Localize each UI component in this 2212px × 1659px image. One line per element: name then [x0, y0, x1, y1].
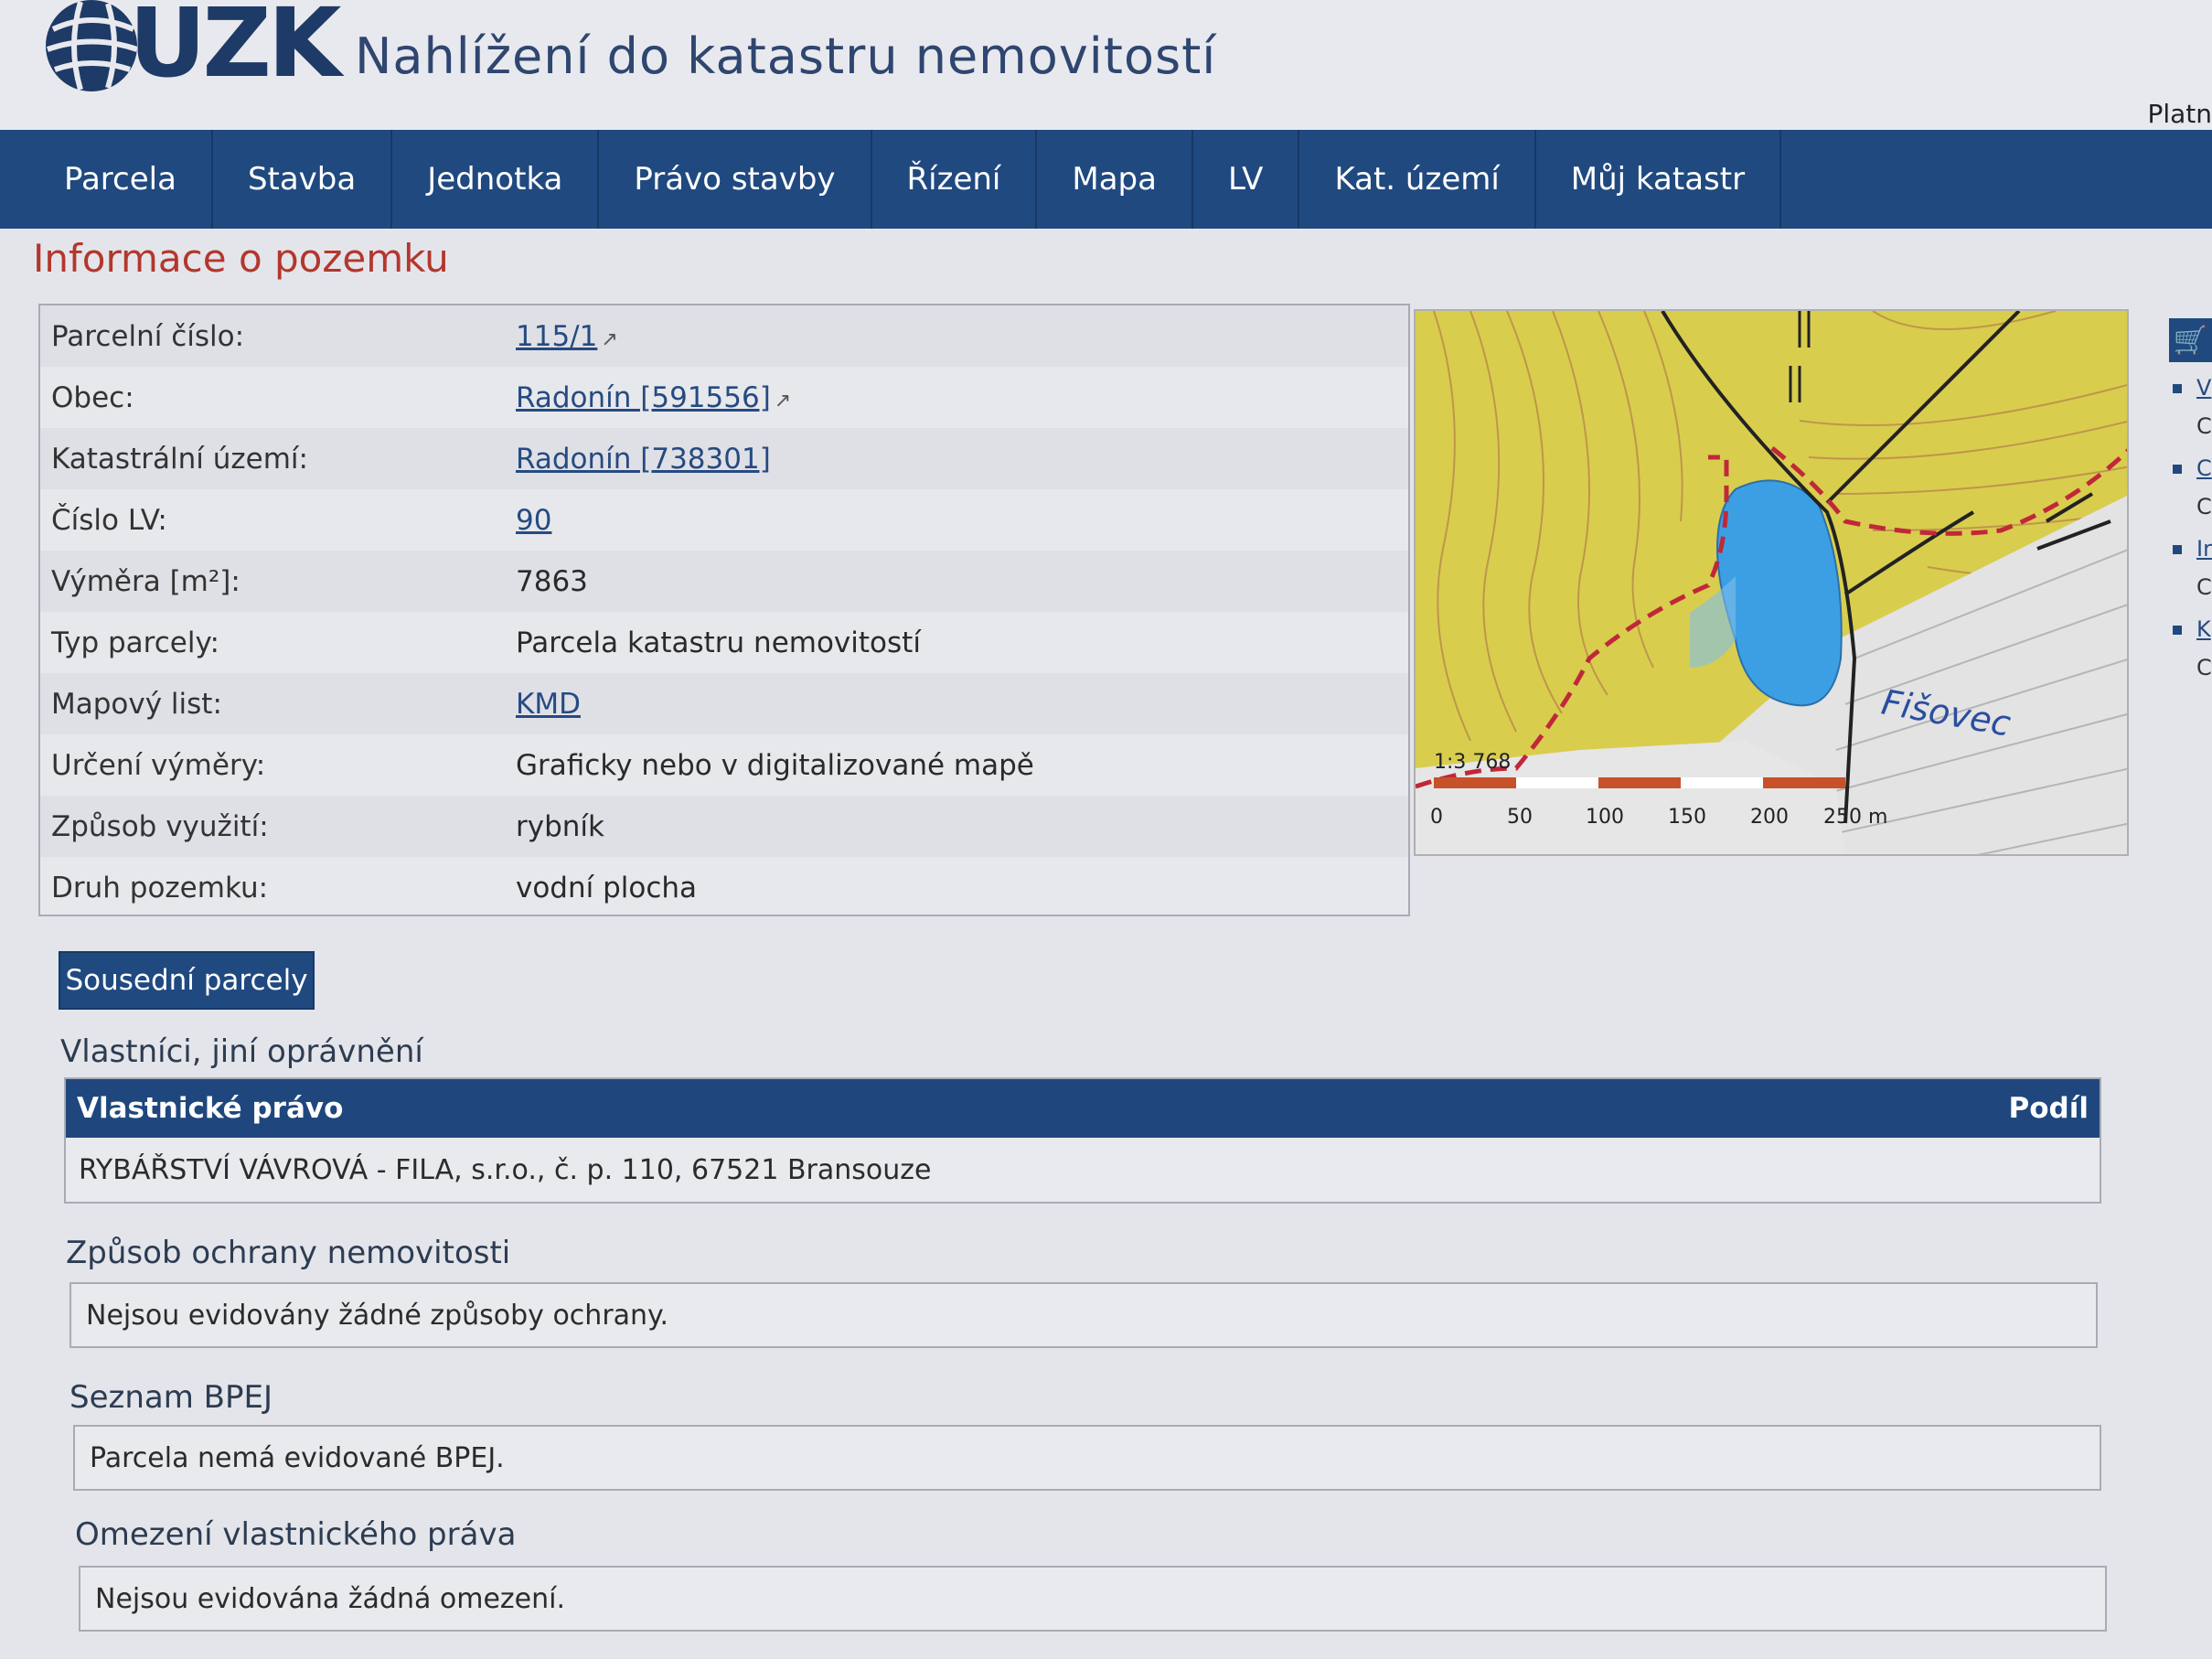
info-value: Graficky nebo v digitalizované mapě [516, 748, 1034, 782]
cadastral-area-link[interactable]: Radonín [738301] [516, 443, 771, 476]
cuzk-logo[interactable]: ÚZK [35, 0, 341, 99]
scale-tick: 0 [1430, 806, 1443, 829]
info-label: Výměra [m²]: [51, 564, 240, 598]
info-value: 7863 [516, 564, 588, 598]
page-header: ÚZK Nahlížení do katastru nemovitostí Pl… [0, 0, 2212, 130]
nav-tab-parcela[interactable]: Parcela [0, 130, 213, 229]
info-value: vodní plocha [516, 871, 698, 904]
protection-title: Způsob ochrany nemovitosti [66, 1235, 511, 1271]
scale-tick: 100 [1586, 806, 1624, 829]
parcel-info-table: Parcelní číslo: 115/1 ↗ Obec: Radonín [59… [38, 304, 1410, 916]
info-label: Mapový list: [51, 687, 222, 721]
info-row: Druh pozemku: vodní plocha [40, 857, 1408, 918]
external-link-icon: ↗ [601, 327, 618, 351]
app-title: Nahlížení do katastru nemovitostí [355, 27, 1217, 85]
owners-table: Vlastnické právo Podíl RYBÁŘSTVÍ VÁVROVÁ… [64, 1077, 2101, 1204]
owners-col-share: Podíl [2008, 1092, 2089, 1125]
header-right-text: Platn [2147, 99, 2212, 129]
neighbor-parcels-button[interactable]: Sousední parcely [59, 951, 315, 1010]
parcel-number-link[interactable]: 115/1 ↗ [516, 320, 618, 353]
side-link[interactable]: VC [2167, 375, 2212, 455]
owners-col-right: Vlastnické právo [77, 1092, 344, 1125]
info-label: Způsob využití: [51, 809, 269, 843]
bpej-box: Parcela nemá evidované BPEJ. [73, 1425, 2101, 1491]
info-row: Způsob využití: rybník [40, 796, 1408, 857]
side-link[interactable]: CC [2167, 455, 2212, 536]
info-label: Katastrální území: [51, 442, 308, 476]
nav-tab-lv[interactable]: LV [1193, 130, 1300, 229]
municipality-link[interactable]: Radonín [591556] ↗ [516, 381, 791, 414]
nav-tab-jednotka[interactable]: Jednotka [392, 130, 600, 229]
info-label: Určení výměry: [51, 748, 266, 782]
scale-tick: 250 m [1823, 806, 1887, 829]
cart-icon[interactable]: 🛒 [2169, 318, 2212, 362]
scale-tick: 50 [1507, 806, 1533, 829]
protection-box: Nejsou evidovány žádné způsoby ochrany. [69, 1282, 2098, 1348]
info-row: Určení výměry: Graficky nebo v digitaliz… [40, 734, 1408, 796]
map-sheet-link[interactable]: KMD [516, 688, 581, 721]
info-label: Parcelní číslo: [51, 319, 245, 353]
logo-text: ÚZK [129, 0, 341, 99]
owners-title: Vlastníci, jiní oprávnění [60, 1033, 423, 1070]
main-nav: Parcela Stavba Jednotka Právo stavby Říz… [0, 130, 2212, 229]
info-label: Druh pozemku: [51, 871, 269, 904]
side-link[interactable]: KC [2167, 616, 2212, 697]
info-value: Parcela katastru nemovitostí [516, 626, 921, 659]
side-link[interactable]: Ir C [2167, 536, 2212, 616]
restrictions-box: Nejsou evidována žádná omezení. [79, 1566, 2107, 1632]
nav-tab-mapa[interactable]: Mapa [1037, 130, 1193, 229]
lv-number-link[interactable]: 90 [516, 504, 551, 537]
map-scale-ratio: 1:3 768 [1434, 751, 1511, 774]
table-row: RYBÁŘSTVÍ VÁVROVÁ - FILA, s.r.o., č. p. … [79, 1153, 932, 1186]
nav-tab-stavba[interactable]: Stavba [213, 130, 393, 229]
info-row: Mapový list: KMD [40, 673, 1408, 734]
nav-tab-muj-katastr[interactable]: Můj katastr [1536, 130, 1782, 229]
parcel-map[interactable]: Fišovec 1:3 768 0 50 100 150 200 250 m [1414, 309, 2129, 856]
info-label: Číslo LV: [51, 503, 167, 537]
info-value: rybník [516, 809, 604, 843]
info-row: Typ parcely: Parcela katastru nemovitost… [40, 612, 1408, 673]
info-label: Obec: [51, 380, 134, 414]
page-title: Informace o pozemku [33, 236, 449, 281]
scale-tick: 150 [1668, 806, 1706, 829]
nav-tab-pravo-stavby[interactable]: Právo stavby [599, 130, 872, 229]
info-label: Typ parcely: [51, 626, 219, 659]
nav-tab-kat-uzemi[interactable]: Kat. území [1299, 130, 1536, 229]
restrictions-title: Omezení vlastnického práva [75, 1516, 517, 1553]
globe-icon [46, 0, 138, 91]
owners-table-header: Vlastnické právo Podíl [66, 1079, 2100, 1138]
info-row: Katastrální území: Radonín [738301] [40, 428, 1408, 489]
info-row: Obec: Radonín [591556] ↗ [40, 367, 1408, 428]
info-row: Parcelní číslo: 115/1 ↗ [40, 305, 1408, 367]
side-links: VC CC Ir C KC [2167, 375, 2212, 697]
external-link-icon: ↗ [774, 389, 792, 412]
bpej-title: Seznam BPEJ [69, 1379, 272, 1416]
nav-tab-rizeni[interactable]: Řízení [872, 130, 1038, 229]
scale-tick: 200 [1750, 806, 1789, 829]
info-row: Výměra [m²]: 7863 [40, 551, 1408, 612]
info-row: Číslo LV: 90 [40, 489, 1408, 551]
